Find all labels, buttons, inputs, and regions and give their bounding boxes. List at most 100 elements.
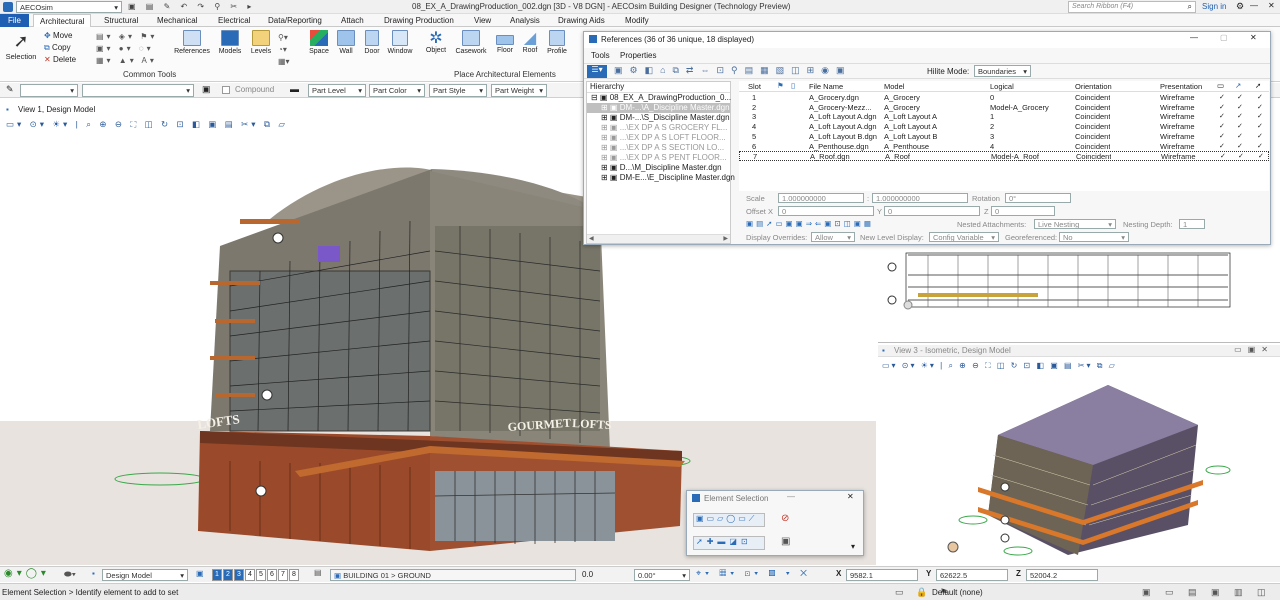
ribbon-search-input[interactable]: Search Ribbon (F4) ⌕: [1068, 1, 1196, 13]
view2-canvas[interactable]: [878, 245, 1280, 343]
table-row[interactable]: 5 A_Loft Layout B.dgn A_Loft Layout B 3 Coin…: [739, 132, 1269, 142]
navigation-icons[interactable]: ◉▾◯▾: [4, 568, 50, 579]
references-button[interactable]: References: [173, 30, 211, 55]
x-coordinate[interactable]: 9582.1: [846, 569, 918, 581]
hierarchy-item[interactable]: ⊞ ▣ ...\EX DP A S SECTION LO...: [587, 143, 730, 153]
default-level[interactable]: Default (none): [932, 588, 983, 597]
list-view-button[interactable]: ☰▾: [587, 65, 607, 78]
scale-input-1[interactable]: 1.000000000: [778, 193, 864, 203]
view3-toolbar[interactable]: ▭▾ ⊙▾ ☀▾ | ⌕ ⊕ ⊖ ⛶ ◫ ↻ ⊡ ◧ ▣ ▤ ✂▾ ⧉ ▱: [882, 361, 1117, 371]
col-bookmark-icon[interactable]: ▯: [791, 81, 795, 90]
check-icon[interactable]: ✓: [1237, 132, 1243, 140]
check-icon[interactable]: ✓: [1237, 103, 1243, 111]
new-level-display-dropdown[interactable]: Config Variable ▾: [929, 232, 999, 242]
y-coordinate[interactable]: 62622.5: [936, 569, 1008, 581]
check-icon[interactable]: ✓: [1237, 112, 1243, 120]
check-icon[interactable]: ✓: [1219, 132, 1225, 140]
view-button-6[interactable]: 6: [267, 569, 277, 581]
maximize-button[interactable]: ▢: [1220, 33, 1228, 42]
compound-checkbox[interactable]: [222, 86, 230, 94]
hierarchy-item[interactable]: ⊞ ▣ D...\M_Discipline Master.dgn: [587, 163, 730, 173]
offset-z-input[interactable]: 0: [991, 206, 1055, 216]
window-button[interactable]: Window: [385, 30, 415, 55]
close-icon[interactable]: ✕: [1268, 1, 1275, 10]
check-icon[interactable]: ✓: [1257, 142, 1263, 150]
display-toggle-icons[interactable]: ▣▤➚▭▣▣⇒⇐▣⊡◫▣▦: [746, 219, 874, 228]
hierarchy-item[interactable]: ⊞ ▣ ...\EX DP A S GROCERY FL...: [587, 123, 730, 133]
check-icon[interactable]: ✓: [1257, 112, 1263, 120]
tab-drawing-production[interactable]: Drawing Production: [384, 16, 454, 25]
ribbon-small-tools[interactable]: ⚲▾ ◔▾ ▦▾: [278, 32, 290, 68]
wall-button[interactable]: Wall: [334, 30, 358, 55]
tab-architectural[interactable]: Architectural: [33, 14, 92, 28]
level-path[interactable]: ▣ BUILDING 01 > GROUND: [330, 569, 576, 581]
col-presentation[interactable]: Presentation: [1160, 82, 1202, 91]
check-icon[interactable]: ✓: [1219, 93, 1225, 101]
print-icon[interactable]: ▣: [202, 84, 211, 95]
hierarchy-item[interactable]: ⊞ ▣ ...\EX DP A S PENT FLOOR...: [587, 153, 730, 163]
menu-properties[interactable]: Properties: [620, 51, 656, 60]
status-right-icons[interactable]: ▣ ▭ ▤ ▣ ▥ ◫: [1142, 587, 1272, 598]
tab-view[interactable]: View: [474, 16, 491, 25]
display-overrides-dropdown[interactable]: Allow ▾: [811, 232, 855, 242]
col-orientation[interactable]: Orientation: [1075, 82, 1112, 91]
hierarchy-item[interactable]: ⊞ ▣ DM-...\A_Discipline Master.dgn: [587, 103, 730, 113]
selection-button[interactable]: ➚ Selection: [4, 30, 38, 70]
check-icon[interactable]: ✓: [1237, 122, 1243, 130]
floor-button[interactable]: Floor: [492, 30, 518, 54]
check-icon[interactable]: ✓: [1220, 152, 1226, 160]
clear-selection-icon[interactable]: ⊘: [781, 513, 789, 524]
door-button[interactable]: Door: [360, 30, 384, 55]
selection-mode-group[interactable]: ➚✚▬◪⊡: [693, 536, 765, 550]
nested-attachments-dropdown[interactable]: Live Nesting ▾: [1034, 219, 1116, 229]
rotation-input[interactable]: 0°: [1005, 193, 1071, 203]
check-icon[interactable]: ✓: [1257, 93, 1263, 101]
hilite-mode-dropdown[interactable]: Boundaries ▾: [974, 65, 1031, 77]
casework-button[interactable]: Casework: [454, 30, 488, 55]
view-button-2[interactable]: 2: [223, 569, 233, 581]
view-button-4[interactable]: 4: [245, 569, 255, 581]
check-icon[interactable]: ✓: [1237, 93, 1243, 101]
signin-link[interactable]: Sign in: [1202, 2, 1226, 11]
hierarchy-root[interactable]: ⊟ ▣ 08_EX_A_DrawingProduction_0...: [587, 93, 731, 103]
view-button-3[interactable]: 3: [234, 569, 244, 581]
table-row[interactable]: 2 A_Grocery-Mezz... A_Grocery Model-A_Groce…: [739, 103, 1269, 113]
close-icon[interactable]: ✕: [1250, 33, 1257, 42]
col-locate-icon[interactable]: ➚: [1255, 81, 1261, 90]
view1-toolbar[interactable]: ▭▾ ⊙▾ ☀▾ | ⌕ ⊕ ⊖ ⛶ ◫ ↻ ⊡ ◧ ▣ ▤ ✂▾ ⧉ ▱: [6, 119, 288, 130]
check-icon[interactable]: ✓: [1257, 122, 1263, 130]
col-model[interactable]: Model: [884, 82, 904, 91]
view-button-8[interactable]: 8: [289, 569, 299, 581]
tab-mechanical[interactable]: Mechanical: [157, 16, 197, 25]
quick-access-toolbar[interactable]: ▣ ▤ ✎ ↶ ↷ ⚲ ✂ ▸: [128, 2, 255, 11]
workflow-selector[interactable]: AECOsim ▾: [16, 1, 122, 13]
part-color-dropdown[interactable]: Part Color ▾: [369, 84, 425, 97]
levels-button[interactable]: Levels: [247, 30, 275, 55]
check-icon[interactable]: ✓: [1258, 152, 1264, 160]
hierarchy-scrollbar[interactable]: ◀ ▶: [587, 234, 730, 243]
z-coordinate[interactable]: 52004.2: [1026, 569, 1098, 581]
tab-attach[interactable]: Attach: [341, 16, 364, 25]
georeferenced-dropdown[interactable]: No ▾: [1059, 232, 1129, 242]
selection-method-group[interactable]: ▣▭▱◯▭⟋: [693, 513, 765, 527]
hierarchy-item[interactable]: ⊞ ▣ DM-...\S_Discipline Master.dgn: [587, 113, 730, 123]
table-row[interactable]: 6 A_Penthouse.dgn A_Penthouse 4 Coincident Wi…: [739, 142, 1269, 152]
common-tools-grid[interactable]: ▤▾ ◈▾ ⚑▾ ▣▾ ●▾ ◌▾ ▦▾ ▲▾ A▾: [96, 31, 166, 67]
minimize-button[interactable]: —: [787, 492, 795, 501]
move-button[interactable]: ✥ Move: [44, 31, 73, 40]
tab-drawing-aids[interactable]: Drawing Aids: [558, 16, 605, 25]
select-all-icon[interactable]: ▣: [781, 536, 790, 547]
minimize-button[interactable]: —: [1250, 1, 1258, 10]
snap-icons[interactable]: ⌖▾ ▦▾ ⊡▾ ▩ ▾ ✕: [696, 568, 811, 579]
check-icon[interactable]: ✓: [1257, 132, 1263, 140]
col-logical[interactable]: Logical: [990, 82, 1014, 91]
pencil-icon[interactable]: ✎: [6, 84, 14, 95]
object-button[interactable]: ✲ Object: [421, 30, 451, 54]
line-weight-icon[interactable]: ▬: [290, 84, 299, 94]
roof-button[interactable]: ◢ Roof: [518, 30, 542, 54]
check-icon[interactable]: ✓: [1237, 142, 1243, 150]
references-tool-icons[interactable]: ▣⚙◧⌂⧉⇄⇔⊡⚲▤▦▧◫⊞◉▣: [614, 65, 852, 76]
hierarchy-item[interactable]: ⊞ ▣ DM-E...\E_Discipline Master.dgn: [587, 173, 735, 183]
tab-analysis[interactable]: Analysis: [510, 16, 540, 25]
nesting-depth-input[interactable]: 1: [1179, 219, 1205, 229]
